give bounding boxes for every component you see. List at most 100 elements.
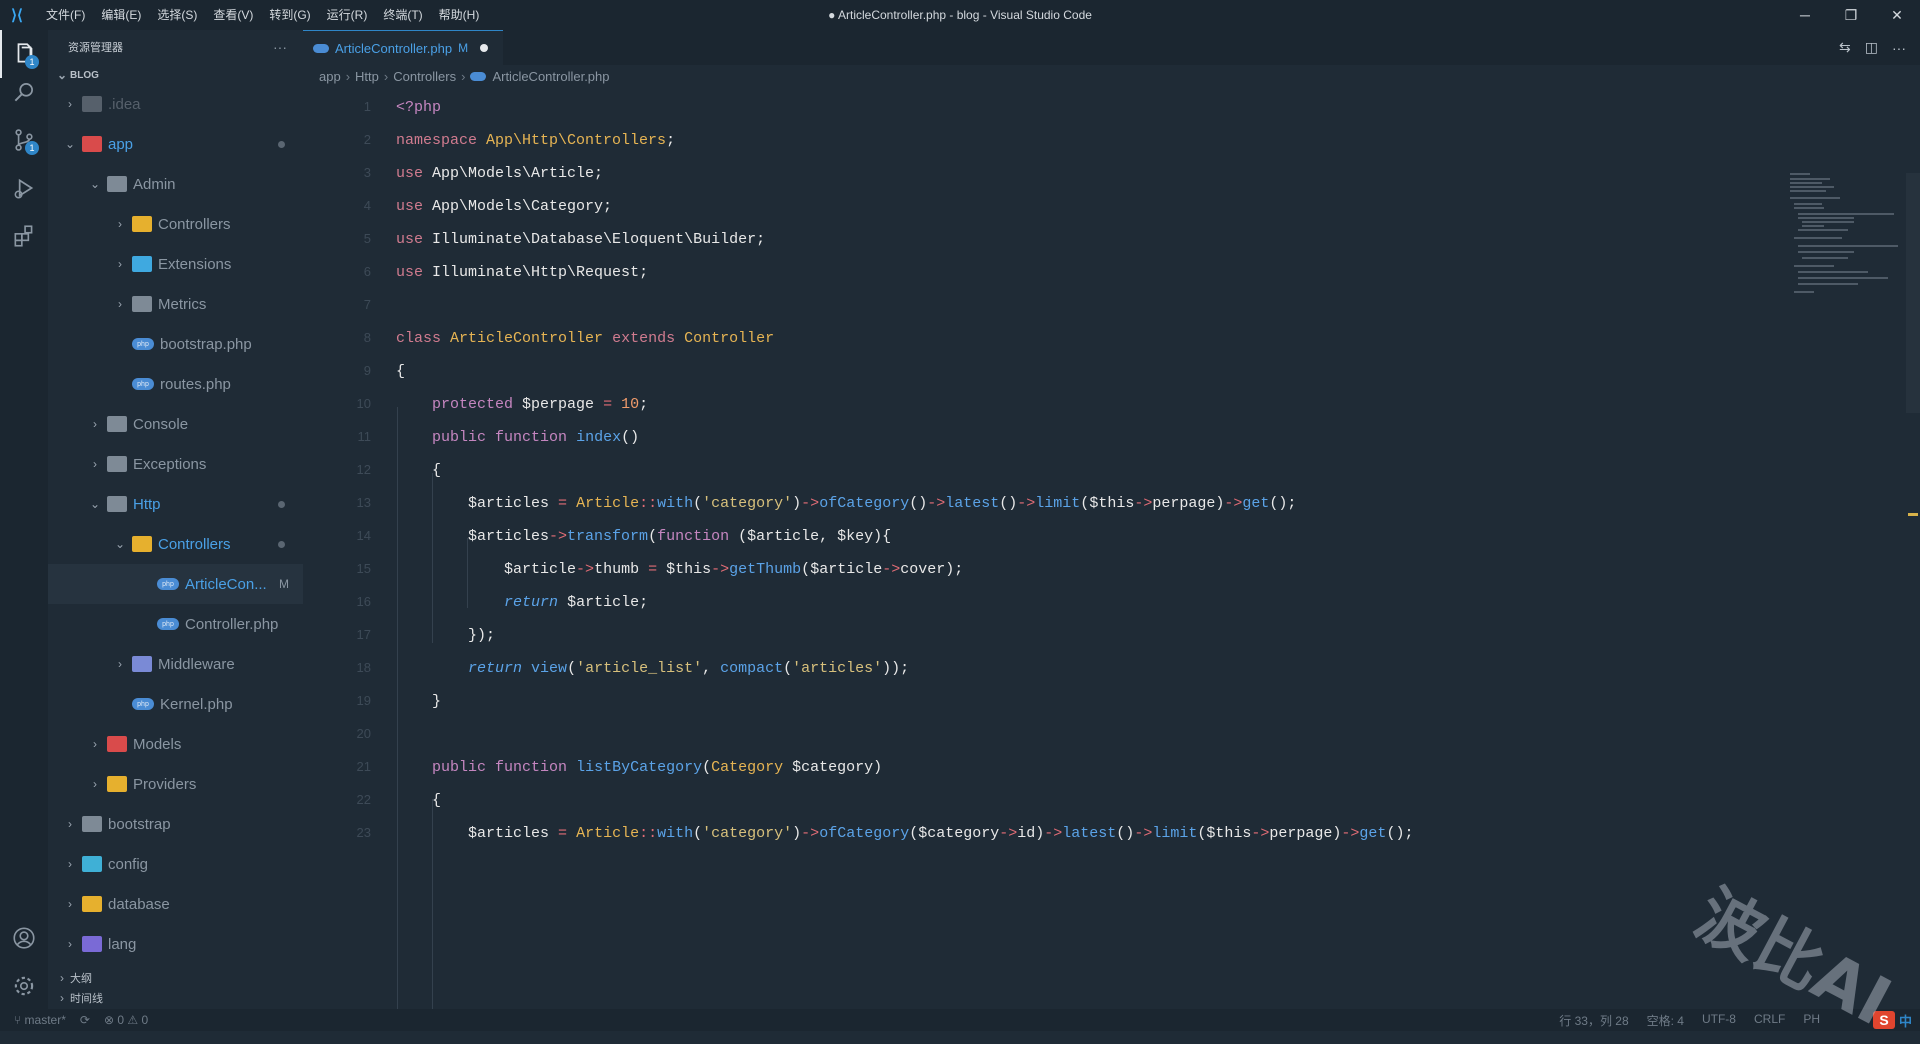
cursor-position[interactable]: 行 33，列 28 xyxy=(1559,1012,1628,1029)
menu-file[interactable]: 文件(F) xyxy=(38,0,93,30)
menu-selection[interactable]: 选择(S) xyxy=(149,0,205,30)
menu-go[interactable]: 转到(G) xyxy=(261,0,318,30)
tree-item[interactable]: ›Exceptions xyxy=(48,444,303,484)
line-ending[interactable]: CRLF xyxy=(1754,1012,1785,1029)
more-actions-icon[interactable]: ··· xyxy=(273,39,287,55)
tree-item[interactable]: phproutes.php xyxy=(48,364,303,404)
menu-help[interactable]: 帮助(H) xyxy=(431,0,488,30)
indentation[interactable]: 空格: 4 xyxy=(1647,1012,1684,1029)
run-debug-icon[interactable] xyxy=(0,164,48,212)
tree-item[interactable]: phpArticleCon...M xyxy=(48,564,303,604)
tree-item[interactable]: ⌄Admin xyxy=(48,164,303,204)
vertical-scrollbar[interactable] xyxy=(1906,173,1920,413)
folder-icon xyxy=(82,96,102,112)
tree-item[interactable]: › lang xyxy=(48,924,303,964)
changes-dot-icon xyxy=(278,141,285,148)
tab-article-controller[interactable]: ArticleController.php M xyxy=(303,30,503,65)
php-file-icon xyxy=(313,44,329,53)
workspace-root[interactable]: ⌄ BLOG xyxy=(48,64,303,86)
source-control-icon[interactable]: 1 xyxy=(0,116,48,164)
tree-item-label: Controllers xyxy=(158,216,231,233)
vscode-logo-icon: ⟩⟨ xyxy=(0,0,34,30)
outline-section[interactable]: › 大纲 xyxy=(48,968,303,988)
split-editor-icon[interactable]: ◫ xyxy=(1865,39,1878,56)
tree-item[interactable]: ›database xyxy=(48,884,303,924)
timeline-section[interactable]: › 时间线 xyxy=(48,988,303,1008)
breadcrumb-app[interactable]: app xyxy=(319,69,341,84)
folder-icon xyxy=(82,856,102,872)
unsaved-dot-icon[interactable] xyxy=(480,44,488,52)
folder-icon xyxy=(132,256,152,272)
tree-item[interactable]: phpController.php xyxy=(48,604,303,644)
chevron-right-icon: › xyxy=(62,897,78,911)
close-icon[interactable]: ✕ xyxy=(1874,0,1920,30)
menu-view[interactable]: 查看(V) xyxy=(205,0,261,30)
breadcrumb-controllers[interactable]: Controllers xyxy=(393,69,456,84)
tree-item[interactable]: phpbootstrap.php xyxy=(48,324,303,364)
folder-icon xyxy=(107,736,127,752)
editor-tabs: ArticleController.php M ⇆ ◫ ··· xyxy=(303,30,1920,65)
breadcrumb-http[interactable]: Http xyxy=(355,69,379,84)
folder-icon xyxy=(132,216,152,232)
explorer-header: 资源管理器 ··· xyxy=(48,30,303,64)
encoding[interactable]: UTF-8 xyxy=(1702,1012,1736,1029)
problems-indicator[interactable]: ⊗ 0 ⚠ 0 xyxy=(104,1013,148,1027)
settings-gear-icon[interactable] xyxy=(0,962,48,1010)
tree-item[interactable]: ⌄ Controllers xyxy=(48,524,303,564)
chevron-right-icon: › xyxy=(87,737,103,751)
tree-item[interactable]: ›Metrics xyxy=(48,284,303,324)
tree-item[interactable]: ›Middleware xyxy=(48,644,303,684)
tree-item[interactable]: ›Extensions xyxy=(48,244,303,284)
search-icon[interactable] xyxy=(0,68,48,116)
breadcrumb-separator-icon: › xyxy=(384,69,388,84)
outline-label: 大纲 xyxy=(70,970,92,986)
chevron-right-icon: › xyxy=(54,991,70,1005)
tree-item[interactable]: ›config xyxy=(48,844,303,884)
open-changes-icon[interactable]: ⇆ xyxy=(1839,39,1851,56)
folder-icon xyxy=(82,896,102,912)
chevron-down-icon: ⌄ xyxy=(112,537,128,551)
tree-item[interactable]: ⌄app xyxy=(48,124,303,164)
tree-item[interactable]: phpKernel.php xyxy=(48,684,303,724)
tree-item-label: Controllers xyxy=(158,536,231,553)
title-bar: ⟩⟨ 文件(F) 编辑(E) 选择(S) 查看(V) 转到(G) 运行(R) 终… xyxy=(0,0,1920,30)
minimize-icon[interactable]: ─ xyxy=(1782,0,1828,30)
tree-item[interactable]: ⌄Http xyxy=(48,484,303,524)
tree-item[interactable]: ›.idea xyxy=(48,84,303,124)
folder-icon xyxy=(82,936,102,952)
tree-item-label: Exceptions xyxy=(133,456,206,473)
minimap[interactable] xyxy=(1790,173,1900,303)
tree-item[interactable]: ›Controllers xyxy=(48,204,303,244)
status-bar: ⑂ master* ⟳ ⊗ 0 ⚠ 0 行 33，列 28 空格: 4 UTF-… xyxy=(0,1009,1920,1031)
php-file-icon: php xyxy=(157,578,179,590)
tree-item-label: lang xyxy=(108,936,136,953)
modified-badge: M xyxy=(279,577,289,591)
php-file-icon: php xyxy=(157,618,179,630)
extensions-icon[interactable] xyxy=(0,212,48,260)
more-actions-icon[interactable]: ··· xyxy=(1892,40,1906,56)
tree-item[interactable]: ›Providers xyxy=(48,764,303,804)
sync-icon[interactable]: ⟳ xyxy=(80,1013,90,1027)
breadcrumb-file[interactable]: ArticleController.php xyxy=(492,69,609,84)
git-branch[interactable]: ⑂ master* xyxy=(14,1013,66,1027)
breadcrumb-separator-icon: › xyxy=(461,69,465,84)
explorer-title: 资源管理器 xyxy=(68,39,123,55)
menu-bar: 文件(F) 编辑(E) 选择(S) 查看(V) 转到(G) 运行(R) 终端(T… xyxy=(38,0,487,30)
menu-run[interactable]: 运行(R) xyxy=(319,0,376,30)
tree-item[interactable]: ›Console xyxy=(48,404,303,444)
restore-icon[interactable]: ❐ xyxy=(1828,0,1874,30)
tree-item[interactable]: ›Models xyxy=(48,724,303,764)
folder-icon xyxy=(132,536,152,552)
menu-terminal[interactable]: 终端(T) xyxy=(375,0,430,30)
timeline-label: 时间线 xyxy=(70,990,103,1006)
account-icon[interactable] xyxy=(0,914,48,962)
folder-icon xyxy=(107,176,127,192)
window-controls: ─ ❐ ✕ xyxy=(1782,0,1920,30)
chevron-right-icon: › xyxy=(62,937,78,951)
code-editor[interactable]: 1234567891011121314151617181920212223 <?… xyxy=(303,87,1920,1009)
menu-edit[interactable]: 编辑(E) xyxy=(93,0,149,30)
tree-item[interactable]: ›bootstrap xyxy=(48,804,303,844)
chevron-down-icon: ⌄ xyxy=(62,137,78,151)
editor-actions: ⇆ ◫ ··· xyxy=(1839,30,1906,65)
breadcrumb-separator-icon: › xyxy=(346,69,350,84)
